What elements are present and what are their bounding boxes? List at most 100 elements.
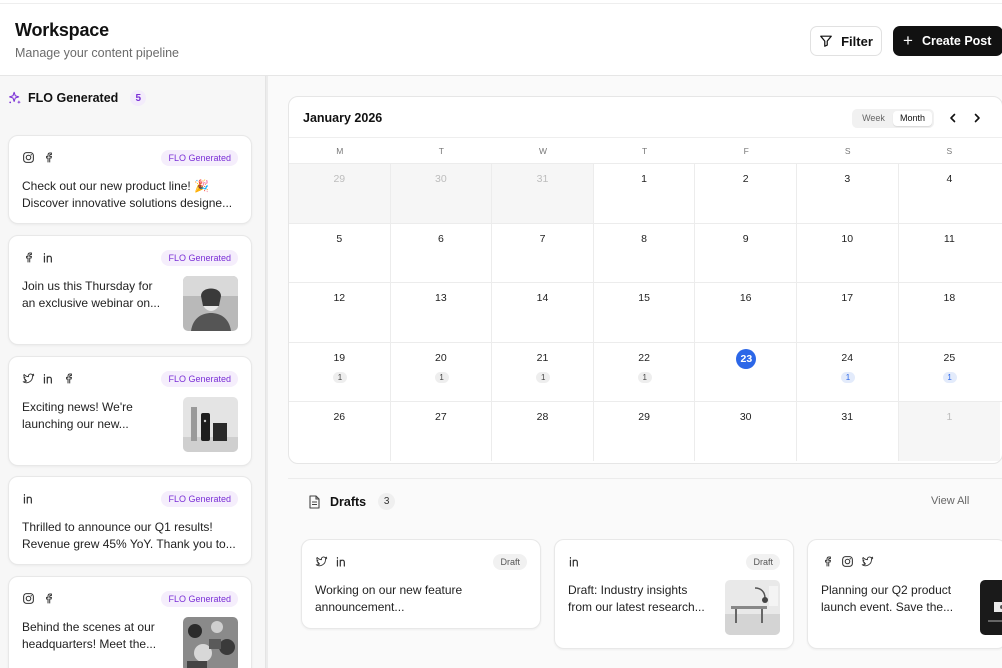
card-text-line: Draft: Industry insights — [568, 583, 688, 597]
view-all-link[interactable]: View All — [931, 495, 969, 507]
filter-button[interactable]: Filter — [810, 26, 882, 56]
draft-card[interactable]: Draft Draft: Industry insights from our … — [554, 539, 794, 649]
calendar-day-cell[interactable]: 12 — [289, 283, 391, 342]
linkedin-icon — [42, 372, 55, 385]
calendar-day-cell[interactable]: 31 — [492, 164, 594, 223]
flo-card[interactable]: FLO Generated Behind the scenes at our h… — [8, 576, 252, 668]
instagram-icon — [22, 151, 35, 164]
calendar-day-cell[interactable]: 5 — [289, 223, 391, 282]
calendar-week-row: 19 1 20 1 21 1 22 1 23 24 1 25 1 — [289, 341, 1002, 402]
flo-card[interactable]: FLO Generated Join us this Thursday for … — [8, 235, 252, 345]
linkedin-icon — [335, 555, 348, 568]
drafts-header: Drafts 3 — [308, 493, 396, 510]
calendar-day-cell[interactable]: 25 1 — [899, 343, 1001, 402]
day-number: 9 — [742, 232, 749, 245]
facebook-icon — [22, 251, 35, 264]
calendar-day-cell[interactable]: 27 — [391, 402, 493, 461]
day-number: 24 — [841, 351, 854, 364]
linkedin-icon — [42, 251, 55, 264]
post-thumbnail — [183, 617, 238, 668]
calendar-day-cell[interactable]: 11 — [899, 224, 1001, 283]
flo-card[interactable]: FLO Generated Thrilled to announce our Q… — [8, 476, 252, 565]
post-count-badge: 1 — [942, 371, 957, 383]
calendar-day-cell[interactable]: 17 — [797, 283, 899, 342]
calendar-day-cell[interactable]: 3 — [797, 164, 899, 223]
calendar-day-cell[interactable]: 30 — [390, 164, 493, 223]
card-text: Check out our new product line! 🎉 Discov… — [22, 178, 232, 212]
calendar-day-cell[interactable]: 1 — [898, 402, 1001, 461]
weekday-header: M — [336, 146, 344, 156]
calendar-day-cell[interactable]: 31 — [797, 402, 899, 461]
calendar-day-cell[interactable]: 1 — [594, 164, 696, 223]
post-thumbnail — [980, 580, 1002, 635]
calendar-day-cell[interactable]: 19 1 — [289, 342, 391, 401]
day-number: 26 — [333, 411, 346, 423]
calendar-day-cell[interactable]: 7 — [492, 223, 594, 282]
post-thumbnail — [183, 276, 238, 331]
day-number: 7 — [539, 232, 546, 245]
flo-card[interactable]: FLO Generated Check out our new product … — [8, 135, 252, 224]
instagram-icon — [841, 555, 854, 568]
view-toggle: Week Month — [852, 109, 934, 128]
calendar-day-cell[interactable]: 4 — [899, 164, 1001, 223]
month-view-toggle[interactable]: Month — [893, 111, 932, 126]
calendar-day-cell[interactable]: 29 — [289, 164, 391, 223]
calendar-day-cell[interactable]: 2 — [695, 164, 797, 223]
flo-card[interactable]: FLO Generated Exciting news! We're launc… — [8, 356, 252, 466]
draft-card[interactable]: Draft Working on our new feature announc… — [301, 539, 541, 629]
sidebar-title: FLO Generated — [28, 91, 119, 105]
chevron-right-icon — [974, 113, 980, 123]
page-subtitle: Manage your content pipeline — [15, 46, 180, 60]
calendar-day-cell[interactable]: 15 — [594, 283, 696, 342]
week-view-toggle[interactable]: Week — [854, 111, 893, 126]
day-number: 31 — [536, 173, 549, 185]
previous-month-button[interactable] — [944, 109, 962, 127]
day-number: 25 — [943, 351, 956, 364]
calendar-day-cell[interactable]: 22 1 — [594, 342, 696, 401]
card-text: Working on our new feature announcement.… — [315, 582, 462, 616]
card-text: Planning our Q2 product launch event. Sa… — [821, 582, 953, 616]
sparkle-icon — [8, 91, 22, 105]
sidebar-count-badge: 5 — [130, 90, 147, 106]
calendar-day-cell[interactable]: 28 — [492, 402, 594, 461]
calendar-day-cell[interactable]: 9 — [695, 223, 797, 282]
linkedin-icon — [568, 555, 581, 568]
post-count-badge: 1 — [333, 371, 347, 383]
card-text-line: from our latest research... — [568, 600, 705, 614]
weekday-header: W — [538, 146, 547, 156]
next-month-button[interactable] — [968, 109, 986, 127]
card-text-line: Thrilled to announce our Q1 results! — [22, 520, 213, 534]
calendar-day-cell[interactable]: 23 — [695, 342, 797, 401]
calendar-day-cell[interactable]: 8 — [594, 223, 696, 282]
post-thumbnail — [183, 397, 238, 452]
calendar-day-cell[interactable]: 29 — [594, 402, 696, 461]
card-text-line: Check out our new product line! 🎉 — [22, 179, 210, 193]
calendar-day-cell[interactable]: 13 — [391, 283, 493, 342]
calendar-day-cell[interactable]: 21 1 — [492, 342, 594, 401]
draft-card[interactable]: Planning our Q2 product launch event. Sa… — [807, 539, 1002, 649]
post-count-badge: 1 — [840, 371, 855, 383]
calendar-day-cell[interactable]: 30 — [695, 402, 797, 461]
twitter-icon — [861, 555, 874, 568]
filter-icon — [819, 34, 833, 48]
page-title: Workspace — [15, 20, 109, 40]
today-indicator: 23 — [736, 348, 757, 369]
facebook-icon — [42, 592, 55, 605]
calendar-day-cell[interactable]: 18 — [899, 283, 1001, 342]
calendar-day-cell[interactable]: 6 — [391, 223, 493, 282]
calendar-day-cell[interactable]: 24 1 — [797, 342, 899, 401]
create-post-button[interactable]: + Create Post — [893, 26, 1002, 56]
weekday-header: T — [641, 146, 648, 156]
card-text-line: Exciting news! We're — [22, 400, 133, 414]
document-icon — [308, 494, 321, 509]
calendar-day-cell[interactable]: 10 — [797, 223, 899, 282]
calendar-day-cell[interactable]: 16 — [695, 283, 797, 342]
calendar-week-row: 26 27 28 29 30 31 1 — [289, 401, 1002, 461]
weekday-header: S — [844, 146, 851, 156]
calendar-day-cell[interactable]: 26 — [289, 402, 391, 461]
calendar-day-cell[interactable]: 14 — [492, 283, 594, 342]
month-calendar: January 2026 Week Month MTWTFSS 29 30 31 1 2… — [288, 96, 1002, 464]
calendar-day-cell[interactable]: 20 1 — [391, 342, 493, 401]
draft-tag: Draft — [746, 554, 780, 570]
day-number: 3 — [844, 173, 851, 185]
